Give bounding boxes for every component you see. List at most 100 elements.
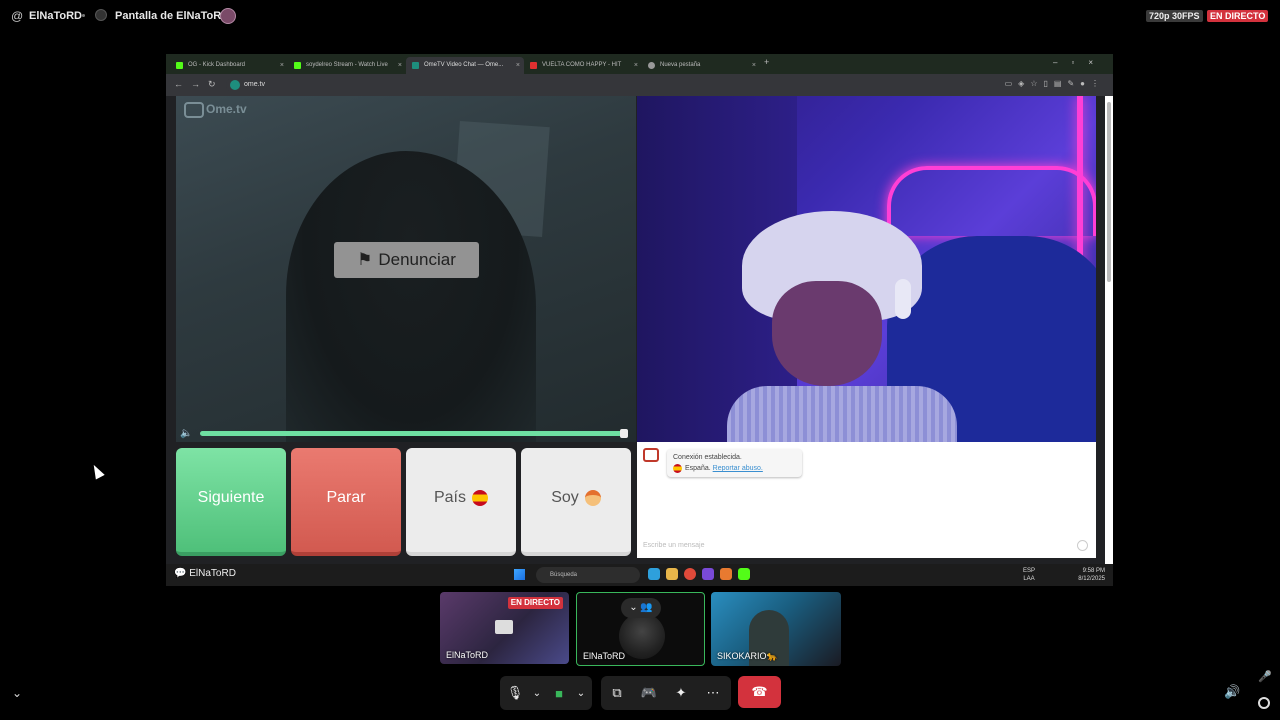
stop-button[interactable]: Parar [291, 448, 401, 556]
kick-icon [294, 62, 301, 69]
gamepad-icon[interactable]: 🎮 [633, 685, 665, 701]
microphone-icon[interactable]: 🎤 [1258, 670, 1272, 683]
next-button[interactable]: Siguiente [176, 448, 286, 556]
spain-flag-icon [472, 489, 488, 506]
close-icon[interactable]: × [634, 57, 638, 74]
chevron-down-icon[interactable]: ⌄ [12, 686, 22, 700]
taskbar-apps [648, 568, 750, 580]
separator-dot [82, 14, 85, 17]
country-label: País [433, 489, 466, 506]
live-badge: EN DIRECTO [507, 597, 563, 609]
clock-time: 9:58 PM [1082, 568, 1105, 574]
report-button[interactable]: ⚑ Denunciar [334, 242, 479, 278]
participant-name: ElNaToRD [583, 651, 626, 661]
emoji-icon[interactable] [1077, 540, 1088, 551]
disconnect-button[interactable]: ☎ [738, 676, 781, 708]
mouse-cursor [89, 462, 105, 480]
media-group: 🎙 ⌄ ■ ⌄ [500, 676, 592, 710]
live-badge: EN DIRECTO [1207, 10, 1269, 22]
ometv-chat-icon [643, 448, 659, 462]
participant-tile[interactable]: EN DIRECTO ElNaToRD [440, 592, 569, 664]
channel-username[interactable]: ElNaToRD [29, 10, 82, 22]
extension-icons[interactable]: ▭◈☆▯▤✎●⋮ [1005, 79, 1105, 88]
share-screen-icon[interactable]: ⧉ [601, 685, 633, 701]
participant-name: SIKOKARIO🐆 [717, 651, 778, 661]
tab-label: Nueva pestaña [660, 62, 701, 68]
globe-icon [648, 62, 655, 69]
folder-icon[interactable] [666, 568, 678, 580]
volume-knob[interactable] [620, 429, 628, 438]
face [772, 281, 882, 386]
tab-label: VUELTA COMO HAPPY - HIT [542, 62, 622, 68]
stranger-video: Ome.tv ⚑ Denunciar 🔈 [176, 96, 636, 442]
taskbar-search[interactable]: Búsqueda [536, 567, 640, 583]
report-abuse-link[interactable]: Reportar abuso. [713, 465, 763, 472]
flag-icon: ⚑ [357, 250, 373, 269]
nav-icons[interactable]: ←→↻ [174, 79, 224, 90]
edge-icon[interactable] [648, 568, 660, 580]
country-button[interactable]: País [406, 448, 516, 556]
gender-label: Soy [551, 489, 579, 506]
language-indicator[interactable]: ESP LAA [1021, 567, 1037, 583]
camera-icon[interactable]: ■ [544, 686, 574, 701]
participant-tile-selected[interactable]: ⌄ 👥 ElNaToRD [576, 592, 705, 666]
kick-app-icon[interactable] [738, 568, 750, 580]
self-video [637, 96, 1096, 442]
connection-text: Conexión establecida. [673, 454, 742, 461]
chrome-icon[interactable] [684, 568, 696, 580]
tab-label: OmeTV Video Chat — Ome... [424, 62, 504, 68]
screen-share-title: Pantalla de ElNaToRD [115, 10, 230, 22]
chevron-down-icon[interactable]: ⌄ [574, 688, 588, 699]
tile-menu-button[interactable]: ⌄ 👥 [621, 598, 661, 618]
kick-icon [176, 62, 183, 69]
site-icon [230, 80, 240, 90]
avatar[interactable] [220, 8, 236, 24]
participant-tile[interactable]: SIKOKARIO🐆 [711, 592, 841, 666]
microphone-icon[interactable]: 🎙 [500, 685, 530, 701]
stream-source-label: 💬 ElNaToRD [174, 568, 236, 579]
volume-slider[interactable] [200, 429, 628, 438]
clock-date: 8/12/2025 [1078, 576, 1105, 582]
scroll-thumb[interactable] [1107, 102, 1111, 282]
url-text: ome.tv [244, 81, 266, 88]
app-icon[interactable] [720, 568, 732, 580]
close-icon[interactable]: × [280, 57, 284, 74]
speaker-icon[interactable]: 🔊 [1224, 684, 1240, 700]
activity-icon[interactable]: ✦ [665, 685, 697, 701]
browser-tab[interactable]: soydelreo Stream - Watch Live × [288, 57, 406, 74]
headphones [895, 279, 911, 319]
screen-share-icon [95, 9, 107, 21]
settings-icon[interactable] [1258, 697, 1270, 709]
more-icon[interactable]: ⋯ [697, 685, 729, 701]
chat-input[interactable]: Escribe un mensaje [643, 542, 704, 549]
page-scrollbar[interactable] [1105, 96, 1113, 564]
chevron-down-icon[interactable]: ⌄ [530, 688, 544, 699]
new-tab-icon[interactable]: + [764, 57, 769, 67]
close-icon[interactable]: × [516, 57, 520, 74]
close-icon[interactable]: × [752, 57, 756, 74]
youtube-icon [530, 62, 537, 69]
address-bar: ←→↻ ome.tv ▭◈☆▯▤✎●⋮ [166, 74, 1113, 96]
avatar [619, 613, 665, 659]
ometv-icon [412, 62, 419, 69]
system-tray[interactable]: ESP LAA 9:58 PM 8/12/2025 [1023, 567, 1105, 583]
browser-tab[interactable]: Nueva pestaña × [642, 57, 760, 74]
ometv-logo: Ome.tv [184, 102, 247, 118]
country-text: España. [685, 465, 711, 472]
neon-strip [1077, 96, 1083, 276]
browser-tab[interactable]: OG - Kick Dashboard × [170, 57, 288, 74]
close-icon[interactable]: × [398, 57, 402, 74]
windows-start-icon[interactable] [514, 569, 525, 580]
tab-label: OG - Kick Dashboard [188, 62, 246, 68]
url-field[interactable]: ome.tv [226, 78, 1086, 92]
system-message: Conexión establecida. España. Reportar a… [667, 449, 802, 477]
window-controls[interactable]: –▫× [1053, 58, 1107, 67]
discord-icon[interactable] [702, 568, 714, 580]
volume-icon[interactable]: 🔈 [180, 428, 192, 439]
participant-strip: EN DIRECTO ElNaToRD ⌄ 👥 ElNaToRD SIKOKAR… [440, 592, 842, 666]
at-icon: @ [11, 9, 24, 23]
browser-tab-active[interactable]: OmeTV Video Chat — Ome... × [406, 57, 524, 74]
gender-button[interactable]: Soy [521, 448, 631, 556]
browser-tab[interactable]: VUELTA COMO HAPPY - HIT × [524, 57, 642, 74]
screen-share-icon [495, 620, 513, 634]
